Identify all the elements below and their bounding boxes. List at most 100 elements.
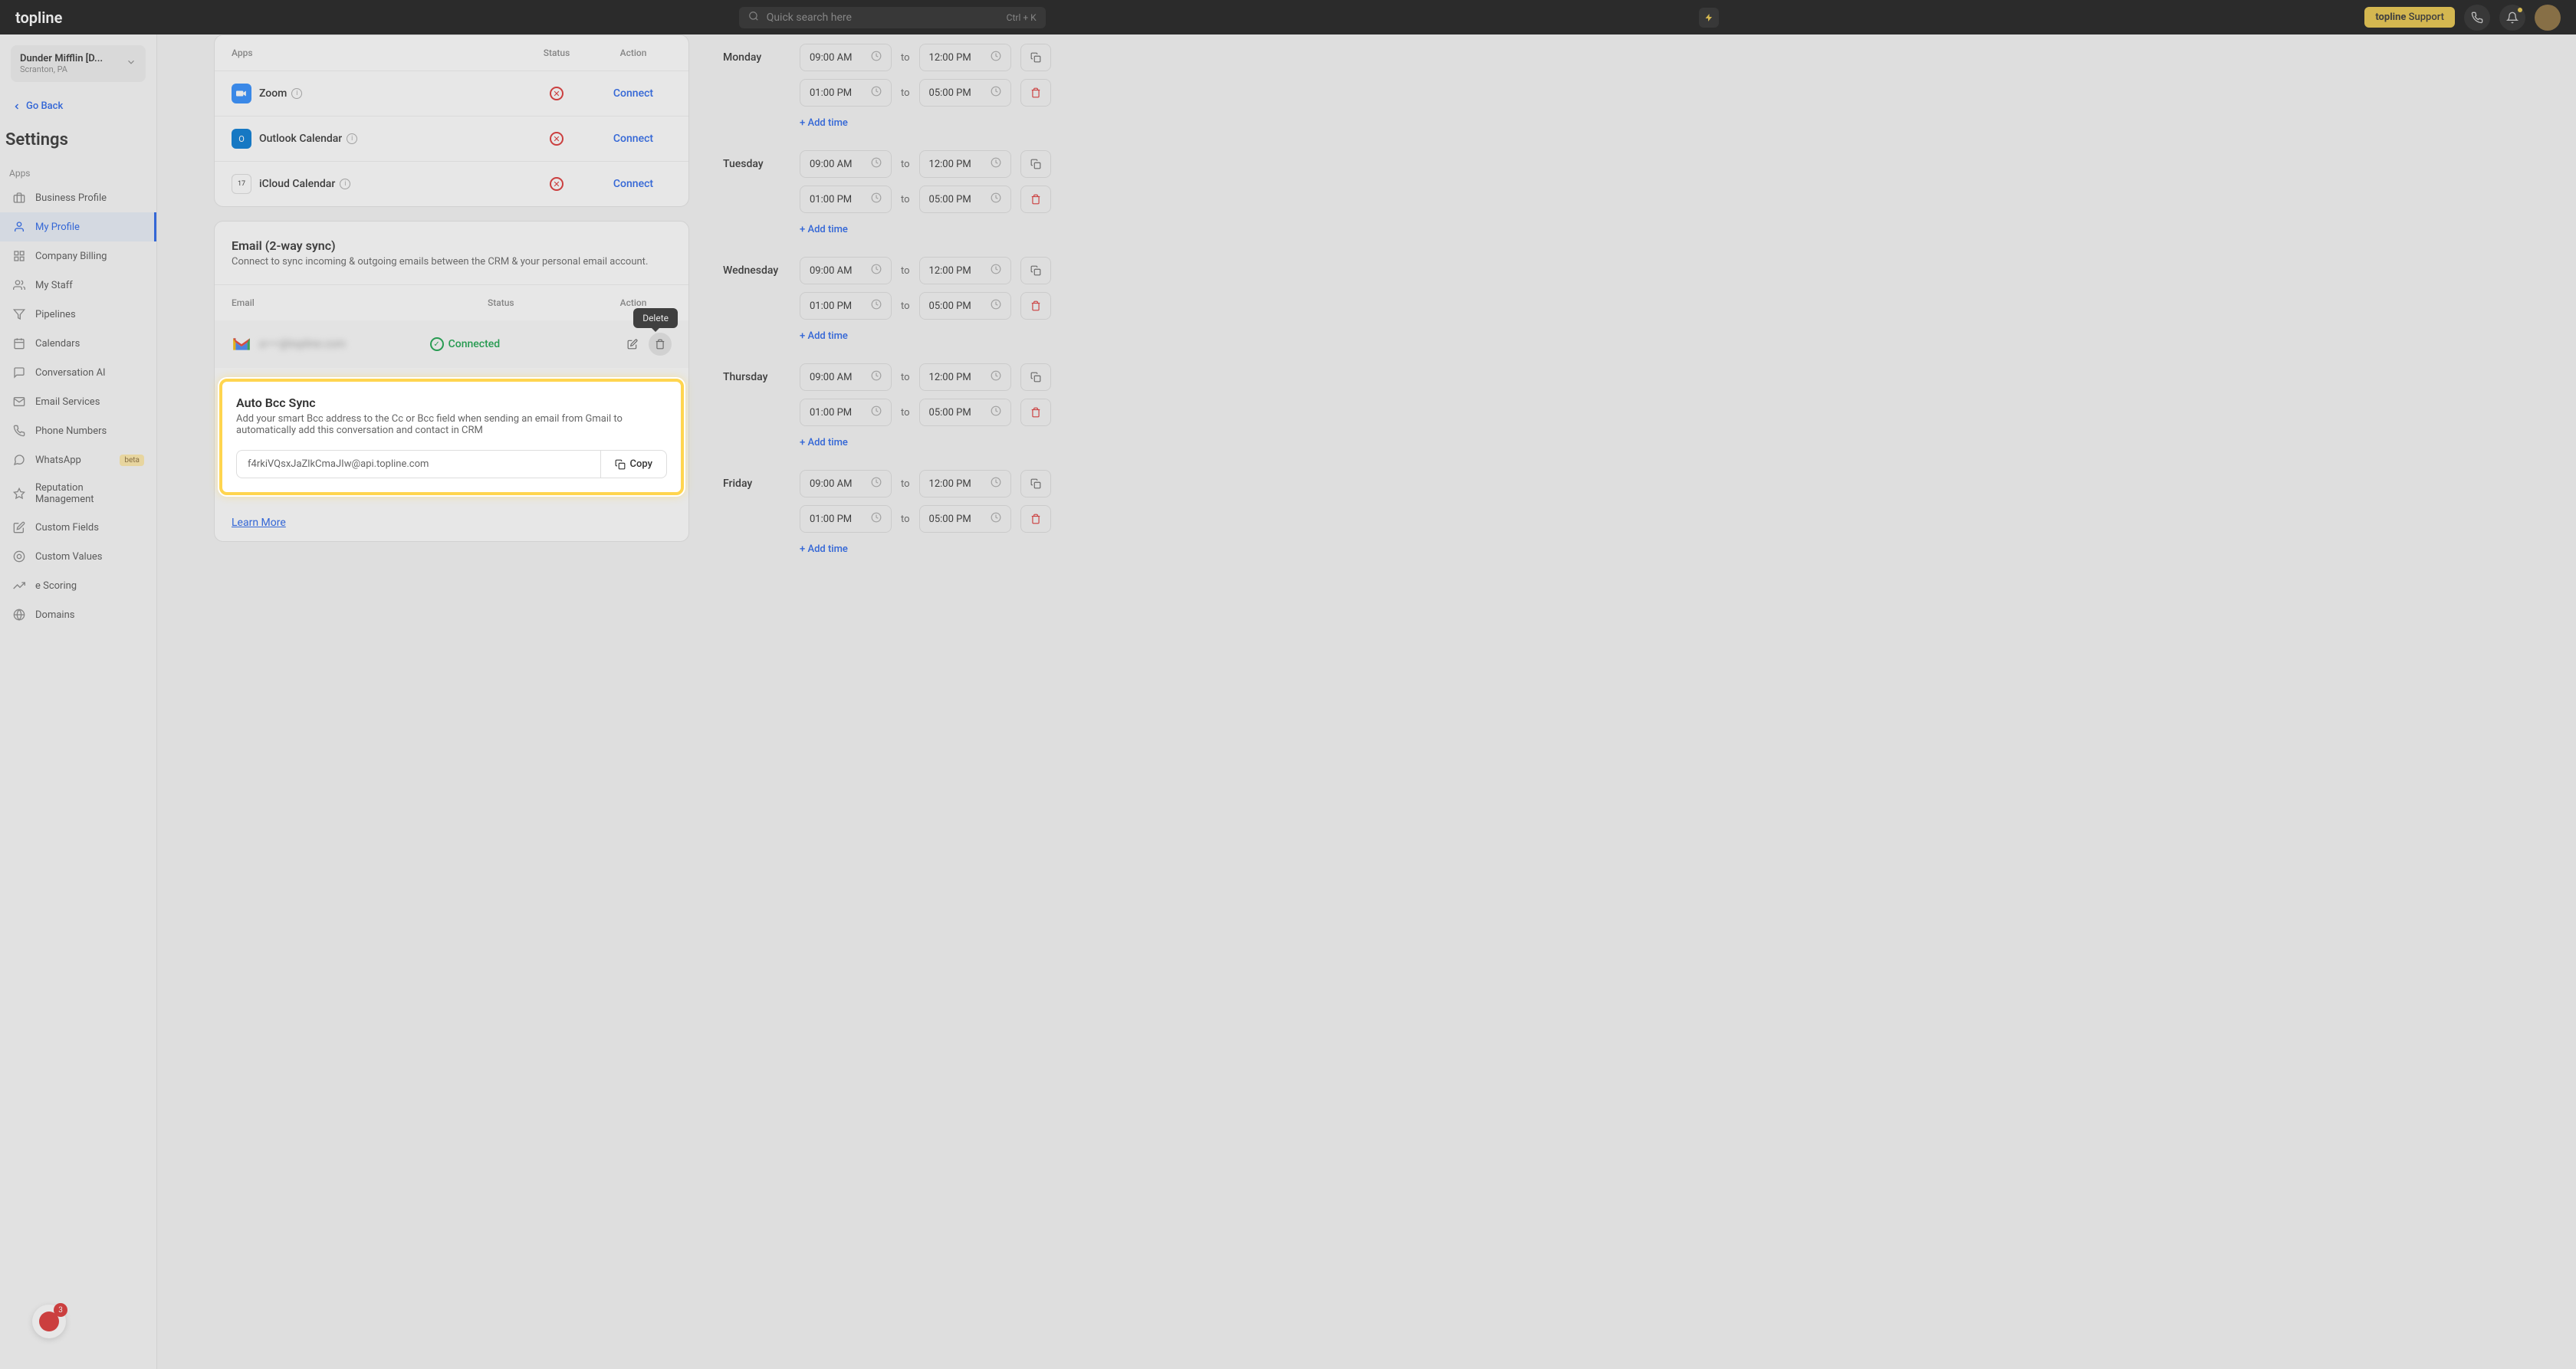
avatar[interactable]	[2535, 5, 2561, 31]
notification-dot	[2518, 8, 2522, 12]
float-widget[interactable]: 3	[32, 1305, 66, 1338]
sidebar-item-conversation-ai[interactable]: Conversation AI	[0, 358, 156, 387]
phone-icon	[12, 424, 26, 438]
time-to-input[interactable]: 12:00 PM	[919, 363, 1011, 391]
header-apps: Apps	[232, 48, 518, 58]
time-to-input[interactable]: 05:00 PM	[919, 292, 1011, 320]
connect-button[interactable]: Connect	[613, 178, 653, 190]
search-input[interactable]: Quick search here Ctrl + K	[739, 7, 1046, 28]
time-to-input[interactable]: 05:00 PM	[919, 185, 1011, 213]
delete-slot-button[interactable]	[1020, 79, 1051, 107]
time-from-input[interactable]: 09:00 AM	[800, 44, 892, 71]
mail-icon	[12, 395, 26, 409]
copy-slot-button[interactable]	[1020, 363, 1051, 391]
info-icon[interactable]: i	[347, 133, 357, 144]
sidebar-item-scoring[interactable]: e Scoring	[0, 571, 156, 600]
clock-icon	[991, 512, 1001, 526]
sidebar-item-my-profile[interactable]: My Profile	[0, 212, 156, 241]
time-slot: 09:00 AM to 12:00 PM	[800, 363, 1152, 391]
bcc-desc: Add your smart Bcc address to the Cc or …	[236, 413, 667, 436]
time-from-input[interactable]: 09:00 AM	[800, 470, 892, 497]
time-from-input[interactable]: 01:00 PM	[800, 292, 892, 320]
sidebar-item-pipelines[interactable]: Pipelines	[0, 300, 156, 329]
delete-button[interactable]: Delete	[649, 333, 672, 356]
day-name: Thursday	[723, 363, 800, 383]
sidebar-item-domains[interactable]: Domains	[0, 600, 156, 629]
time-slot: 09:00 AM to 12:00 PM	[800, 44, 1152, 71]
clock-icon	[871, 157, 882, 171]
sidebar-item-phone-numbers[interactable]: Phone Numbers	[0, 416, 156, 445]
time-from-input[interactable]: 01:00 PM	[800, 505, 892, 533]
bolt-button[interactable]	[1699, 8, 1719, 28]
app-row-outlook: O Outlook Calendar i ✕ Connect	[215, 116, 688, 161]
copy-slot-button[interactable]	[1020, 257, 1051, 284]
grid-icon	[12, 249, 26, 263]
info-icon[interactable]: i	[340, 179, 350, 189]
edit-button[interactable]	[621, 333, 644, 356]
sidebar-item-custom-values[interactable]: Custom Values	[0, 542, 156, 571]
sidebar-item-calendars[interactable]: Calendars	[0, 329, 156, 358]
sidebar-item-whatsapp[interactable]: WhatsAppbeta	[0, 445, 156, 474]
go-back-link[interactable]: Go Back	[0, 93, 156, 120]
add-time-button[interactable]: + Add time	[800, 434, 1152, 451]
location-selector[interactable]: Dunder Mifflin [D... Scranton, PA	[11, 45, 146, 82]
copy-slot-button[interactable]	[1020, 150, 1051, 178]
time-to-input[interactable]: 12:00 PM	[919, 44, 1011, 71]
time-from-input[interactable]: 01:00 PM	[800, 79, 892, 107]
add-time-button[interactable]: + Add time	[800, 327, 1152, 345]
time-from-input[interactable]: 01:00 PM	[800, 185, 892, 213]
bcc-address-input[interactable]: f4rkiVQsxJaZlkCmaJIw@api.topline.com	[237, 451, 600, 478]
sidebar-item-my-staff[interactable]: My Staff	[0, 271, 156, 300]
delete-slot-button[interactable]	[1020, 399, 1051, 426]
copy-button[interactable]: Copy	[600, 451, 666, 478]
time-to-input[interactable]: 05:00 PM	[919, 399, 1011, 426]
learn-more-link[interactable]: Learn More	[232, 506, 688, 535]
add-time-button[interactable]: + Add time	[800, 540, 1152, 558]
time-to-input[interactable]: 05:00 PM	[919, 79, 1011, 107]
time-from-input[interactable]: 01:00 PM	[800, 399, 892, 426]
time-to-input[interactable]: 12:00 PM	[919, 257, 1011, 284]
sidebar-item-reputation[interactable]: Reputation Management	[0, 474, 156, 513]
header-email: Email	[232, 297, 488, 308]
time-to-input[interactable]: 12:00 PM	[919, 470, 1011, 497]
time-from-input[interactable]: 09:00 AM	[800, 257, 892, 284]
time-slot: 01:00 PM to 05:00 PM	[800, 505, 1152, 533]
support-button[interactable]: topline Support	[2364, 7, 2455, 28]
phone-icon[interactable]	[2464, 5, 2490, 31]
check-icon: ✓	[430, 337, 444, 351]
logo: topline	[15, 8, 62, 27]
info-icon[interactable]: i	[291, 88, 302, 99]
clock-icon	[871, 405, 882, 419]
time-slot: 01:00 PM to 05:00 PM	[800, 185, 1152, 213]
time-to-input[interactable]: 12:00 PM	[919, 150, 1011, 178]
add-time-button[interactable]: + Add time	[800, 114, 1152, 132]
email-sync-desc: Connect to sync incoming & outgoing emai…	[232, 256, 672, 268]
clock-icon	[991, 51, 1001, 64]
bell-icon[interactable]	[2499, 5, 2525, 31]
connect-button[interactable]: Connect	[613, 133, 653, 145]
delete-slot-button[interactable]	[1020, 185, 1051, 213]
sidebar-item-company-billing[interactable]: Company Billing	[0, 241, 156, 271]
sidebar-item-custom-fields[interactable]: Custom Fields	[0, 513, 156, 542]
time-slot: 01:00 PM to 05:00 PM	[800, 79, 1152, 107]
time-from-input[interactable]: 09:00 AM	[800, 150, 892, 178]
copy-slot-button[interactable]	[1020, 44, 1051, 71]
time-from-input[interactable]: 09:00 AM	[800, 363, 892, 391]
day-row: Thursday 09:00 AM to 12:00 PM 01:00 PM t…	[723, 354, 1152, 461]
copy-slot-button[interactable]	[1020, 470, 1051, 497]
apps-card: Apps Status Action Zoom i ✕ Connect O	[214, 34, 689, 207]
delete-slot-button[interactable]	[1020, 505, 1051, 533]
sidebar-item-email-services[interactable]: Email Services	[0, 387, 156, 416]
status-disconnected-icon: ✕	[550, 132, 564, 146]
time-to-input[interactable]: 05:00 PM	[919, 505, 1011, 533]
sidebar-item-business-profile[interactable]: Business Profile	[0, 183, 156, 212]
filter-icon	[12, 307, 26, 321]
clock-icon	[871, 51, 882, 64]
connect-button[interactable]: Connect	[613, 87, 653, 100]
delete-slot-button[interactable]	[1020, 292, 1051, 320]
delete-tooltip: Delete	[633, 308, 678, 328]
add-time-button[interactable]: + Add time	[800, 221, 1152, 238]
sidebar: Dunder Mifflin [D... Scranton, PA Go Bac…	[0, 34, 157, 1369]
day-name: Friday	[723, 470, 800, 490]
search-icon	[748, 11, 759, 25]
